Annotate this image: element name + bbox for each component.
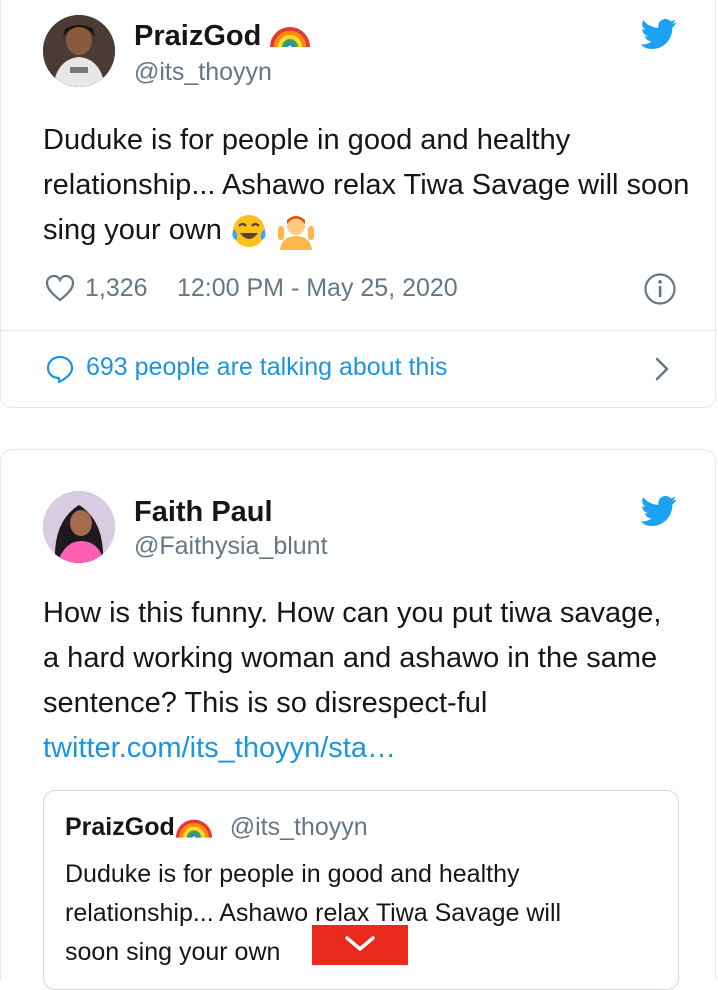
speech-bubble-icon[interactable]	[45, 354, 75, 384]
avatar[interactable]	[43, 15, 115, 87]
like-count[interactable]: 1,326	[85, 274, 148, 303]
timestamp[interactable]: 12:00 PM - May 25, 2020	[177, 274, 458, 303]
author-name[interactable]: PraizGod	[134, 20, 311, 53]
author-name[interactable]: Faith Paul	[134, 496, 273, 529]
divider	[1, 330, 717, 331]
talking-about-link[interactable]: 693 people are talking about this	[86, 353, 447, 382]
avatar[interactable]	[43, 491, 115, 563]
chevron-right-icon[interactable]	[652, 355, 672, 383]
chevron-down-icon	[345, 936, 375, 951]
info-icon[interactable]	[643, 272, 677, 306]
tweet-card[interactable]: Faith Paul @Faithysia_blunt How is this …	[0, 449, 716, 990]
twitter-bird-icon[interactable]	[641, 19, 677, 49]
tweet-text: Duduke is for people in good and healthy…	[43, 118, 693, 253]
tweet-card[interactable]: PraizGod @its_thoyyn Duduke is for peopl…	[0, 0, 717, 408]
rainbow-emoji	[270, 27, 311, 48]
tweet-link[interactable]: twitter.com/its_thoyyn/sta…	[43, 732, 396, 764]
author-handle[interactable]: @its_thoyyn	[134, 58, 272, 87]
heart-icon[interactable]	[45, 274, 75, 302]
tears-of-joy-emoji	[232, 215, 266, 248]
expand-button[interactable]	[312, 925, 408, 965]
tweet-text: How is this funny. How can you put tiwa …	[43, 597, 662, 764]
shrug-emoji	[278, 216, 315, 251]
quoted-author[interactable]: PraizGod @its_thoyyn	[65, 813, 368, 842]
twitter-bird-icon[interactable]	[641, 496, 677, 526]
rainbow-emoji	[175, 819, 212, 839]
author-handle[interactable]: @Faithysia_blunt	[134, 532, 328, 561]
